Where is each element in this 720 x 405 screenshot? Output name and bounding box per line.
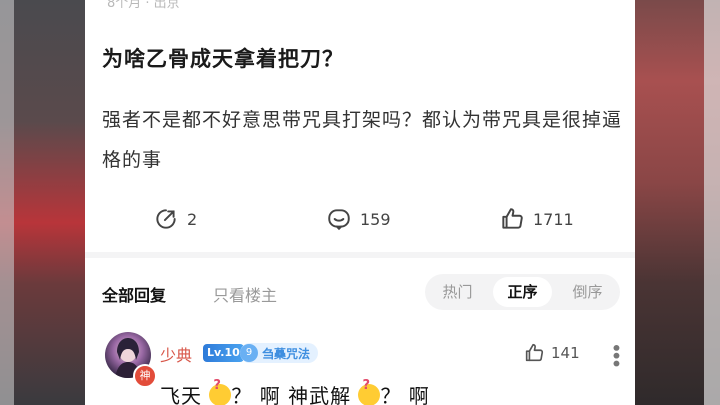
tab-all-replies[interactable]: 全部回复: [102, 282, 166, 306]
comment-like-button[interactable]: 141: [523, 342, 580, 364]
comment-text-part1: 飞天: [160, 384, 210, 405]
sort-hot[interactable]: 热门: [428, 277, 487, 307]
reply-filter-bar: 全部回复 只看楼主 热门 正序 倒序: [85, 270, 635, 314]
more-icon[interactable]: •••: [604, 342, 628, 365]
level-badge: Lv.10: [203, 344, 244, 362]
post-meta: 8个月 · 出京: [107, 0, 180, 11]
comment-button[interactable]: 159: [326, 206, 391, 232]
comment-icon: [328, 209, 350, 231]
comment-count: 159: [360, 209, 391, 229]
comment-text: 飞天 ？ 啊 神武解 ？ 啊: [160, 378, 430, 405]
comment-username[interactable]: 少典: [160, 342, 192, 366]
fan-level: 9: [240, 344, 258, 362]
thinking-emoji-icon: [358, 378, 381, 405]
sort-ascending[interactable]: 正序: [493, 277, 552, 307]
share-icon: [156, 209, 176, 229]
background-left: [0, 0, 85, 405]
section-divider: [85, 252, 635, 258]
sort-descending[interactable]: 倒序: [558, 277, 617, 307]
share-button[interactable]: 2: [153, 206, 197, 232]
fan-badge: 9 刍蘽咒法: [240, 343, 319, 363]
fan-name: 刍蘽咒法: [262, 346, 311, 361]
comment-text-part2: ？ 啊 神武解: [231, 384, 359, 405]
post-title: 为啥乙骨成天拿着把刀？: [102, 47, 344, 71]
comment-item: 神 少典 Lv.10 9 刍蘽咒法 141 ••• 飞天 ？ 啊 神武解 ？ 啊: [85, 328, 635, 405]
thumbs-up-icon: [502, 208, 523, 229]
share-count: 2: [187, 209, 198, 229]
like-button[interactable]: 1711: [499, 206, 574, 232]
thumbs-up-icon: [525, 343, 544, 362]
background-right: [635, 0, 720, 405]
post-body: 强者不是都不好意思带咒具打架吗？都认为带咒具是很掉逼格的事: [102, 109, 623, 171]
comment-text-part3: ？ 啊: [380, 384, 430, 405]
like-count: 1711: [533, 209, 574, 229]
post-card: 8个月 · 出京 为啥乙骨成天拿着把刀？ 强者不是都不好意思带咒具打架吗？都认为…: [85, 0, 635, 405]
tab-owner-only[interactable]: 只看楼主: [213, 282, 277, 306]
comment-like-count: 141: [551, 344, 580, 362]
thinking-emoji-icon: [209, 378, 232, 405]
post-actions: 2 159 1711: [85, 200, 635, 240]
sort-toggle: 热门 正序 倒序: [425, 274, 620, 310]
avatar-badge: 神: [133, 364, 157, 388]
